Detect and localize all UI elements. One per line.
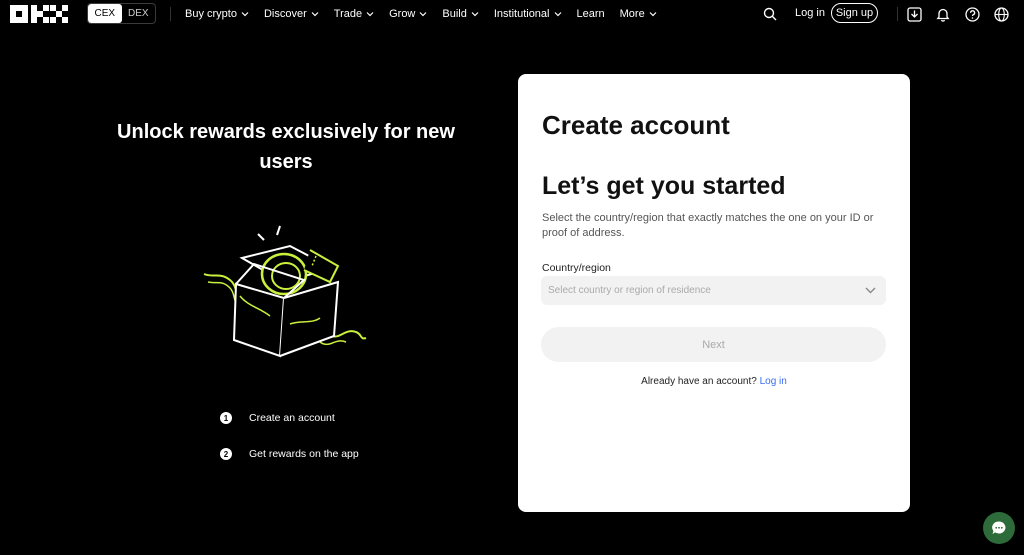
chevron-down-icon	[241, 12, 249, 17]
menu-label: Buy crypto	[185, 8, 237, 20]
card-title: Create account	[542, 110, 730, 140]
main-menu: Buy crypto Discover Trade Grow Build Ins…	[185, 0, 672, 28]
promo-title: Unlock rewards exclusively for new users	[117, 121, 455, 173]
signup-card: Create account Let’s get you started Sel…	[518, 74, 910, 512]
step-label: Create an account	[249, 412, 335, 424]
help-icon[interactable]	[964, 6, 980, 22]
gift-box-illustration	[203, 225, 367, 358]
signup-button[interactable]: Sign up	[831, 3, 878, 23]
chevron-down-icon	[471, 12, 479, 17]
nav-divider	[897, 7, 898, 21]
menu-discover[interactable]: Discover	[264, 8, 319, 20]
chevron-down-icon	[649, 12, 657, 17]
promo-step: 2 Get rewards on the app	[220, 448, 359, 460]
nav-divider	[170, 7, 171, 21]
download-icon[interactable]	[906, 6, 922, 22]
login-link[interactable]: Log in	[760, 376, 787, 387]
menu-build[interactable]: Build	[442, 8, 479, 20]
chevron-down-icon	[419, 12, 427, 17]
step-label: Get rewards on the app	[249, 448, 359, 460]
already-text: Already have an account?	[641, 376, 757, 387]
menu-label: Trade	[333, 8, 363, 20]
menu-learn[interactable]: Learn	[577, 8, 605, 20]
okx-logo[interactable]	[10, 5, 68, 23]
menu-label: Institutional	[493, 8, 550, 20]
top-nav: CEX DEX Buy crypto Discover Trade Grow B…	[0, 0, 1024, 28]
cex-dex-switch: CEX DEX	[87, 3, 156, 24]
step-number: 2	[220, 448, 232, 460]
promo-step: 1 Create an account	[220, 412, 335, 424]
menu-label: Learn	[576, 8, 605, 20]
chevron-down-icon	[554, 12, 561, 17]
country-label: Country/region	[542, 262, 611, 274]
next-button[interactable]: Next	[541, 327, 886, 362]
already-have-account: Already have an account? Log in	[518, 376, 910, 387]
dex-toggle[interactable]: DEX	[122, 4, 156, 23]
menu-label: Build	[442, 8, 467, 20]
menu-more[interactable]: More	[620, 8, 657, 20]
search-icon[interactable]	[762, 6, 778, 22]
menu-institutional[interactable]: Institutional	[494, 8, 562, 20]
cex-toggle[interactable]: CEX	[88, 4, 122, 23]
menu-label: More	[619, 8, 645, 20]
login-link[interactable]: Log in	[795, 7, 825, 19]
menu-buy-crypto[interactable]: Buy crypto	[185, 8, 249, 20]
chevron-down-icon	[366, 12, 374, 17]
step-number: 1	[220, 412, 232, 424]
card-description: Select the country/region that exactly m…	[542, 212, 874, 239]
chat-icon	[992, 521, 1006, 534]
country-placeholder: Select country or region of residence	[548, 285, 711, 296]
chevron-down-icon	[865, 287, 876, 294]
menu-label: Discover	[263, 8, 307, 20]
menu-grow[interactable]: Grow	[389, 8, 427, 20]
menu-trade[interactable]: Trade	[334, 8, 374, 20]
menu-label: Grow	[389, 8, 416, 20]
chat-support-button[interactable]	[983, 512, 1015, 544]
chevron-down-icon	[311, 12, 319, 17]
globe-icon[interactable]	[993, 6, 1009, 22]
card-subtitle: Let’s get you started	[542, 172, 786, 200]
country-select[interactable]: Select country or region of residence	[541, 276, 886, 305]
bell-icon[interactable]	[935, 6, 951, 22]
